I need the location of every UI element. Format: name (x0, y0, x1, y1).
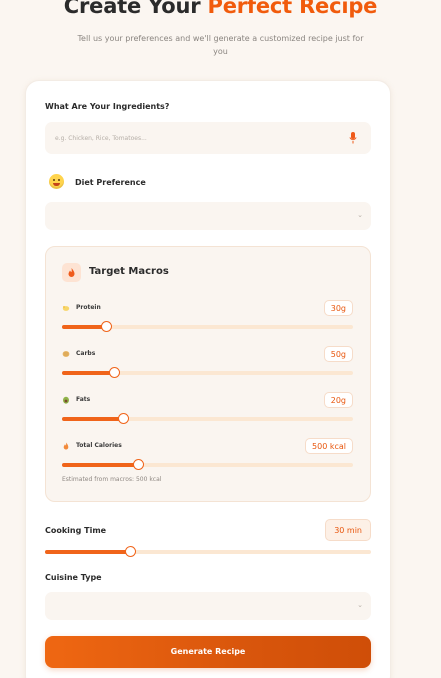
calorie-estimate-note: Estimated from macros: 500 kcal (62, 476, 162, 483)
chevron-down-icon: ⌄ (357, 601, 363, 609)
protein-slider-fill (62, 325, 106, 329)
protein-value-badge: 30g (323, 300, 353, 316)
page-title-main: Create Your (63, 0, 208, 18)
protein-slider[interactable] (62, 321, 353, 332)
protein-label: Protein (76, 304, 101, 311)
fats-value-badge: 20g (323, 392, 353, 408)
diet-select[interactable]: ⌄ (45, 202, 371, 230)
cuisine-type-label: Cuisine Type (45, 573, 102, 582)
page-title-accent: Perfect Recipe (207, 0, 378, 18)
carbs-value-badge: 50g (323, 346, 353, 362)
protein-icon (62, 306, 70, 311)
ingredients-input[interactable] (45, 122, 371, 154)
chevron-down-icon: ⌄ (357, 211, 363, 219)
target-macros-title: Target Macros (89, 266, 169, 277)
cooking-time-value-badge: 30 min (325, 519, 371, 541)
ingredients-field (45, 122, 371, 154)
fats-slider[interactable] (62, 413, 353, 424)
cooking-time-slider[interactable] (45, 546, 371, 557)
protein-slider-handle[interactable] (100, 321, 112, 332)
page-title: Create Your Perfect Recipe (0, 0, 441, 18)
ingredients-label: What Are Your Ingredients? (45, 102, 170, 111)
flame-icon (68, 268, 75, 277)
carbs-slider[interactable] (62, 367, 353, 378)
flame-icon-badge (62, 263, 81, 282)
fats-label: Fats (76, 396, 91, 403)
total-calories-slider-fill (62, 463, 138, 467)
diet-emoji-icon (49, 174, 64, 189)
cuisine-type-select[interactable]: ⌄ (45, 592, 371, 620)
carbs-icon (62, 351, 70, 357)
generate-recipe-button[interactable]: Generate Recipe (45, 636, 371, 668)
total-calories-slider[interactable] (62, 459, 353, 470)
fire-icon (63, 442, 69, 450)
carbs-slider-fill (62, 371, 115, 375)
carbs-label: Carbs (76, 350, 96, 357)
microphone-icon[interactable] (349, 132, 357, 144)
diet-label: Diet Preference (75, 178, 146, 187)
cooking-time-slider-fill (45, 550, 130, 554)
cooking-time-slider-handle[interactable] (124, 546, 136, 557)
fats-slider-fill (62, 417, 124, 421)
cooking-time-label: Cooking Time (45, 526, 107, 535)
total-calories-label: Total Calories (76, 442, 122, 449)
page-subtitle: Tell us your preferences and we'll gener… (77, 34, 364, 56)
total-calories-slider-handle[interactable] (132, 459, 144, 470)
total-calories-value-badge: 500 kcal (305, 438, 353, 454)
avocado-icon (63, 396, 69, 404)
